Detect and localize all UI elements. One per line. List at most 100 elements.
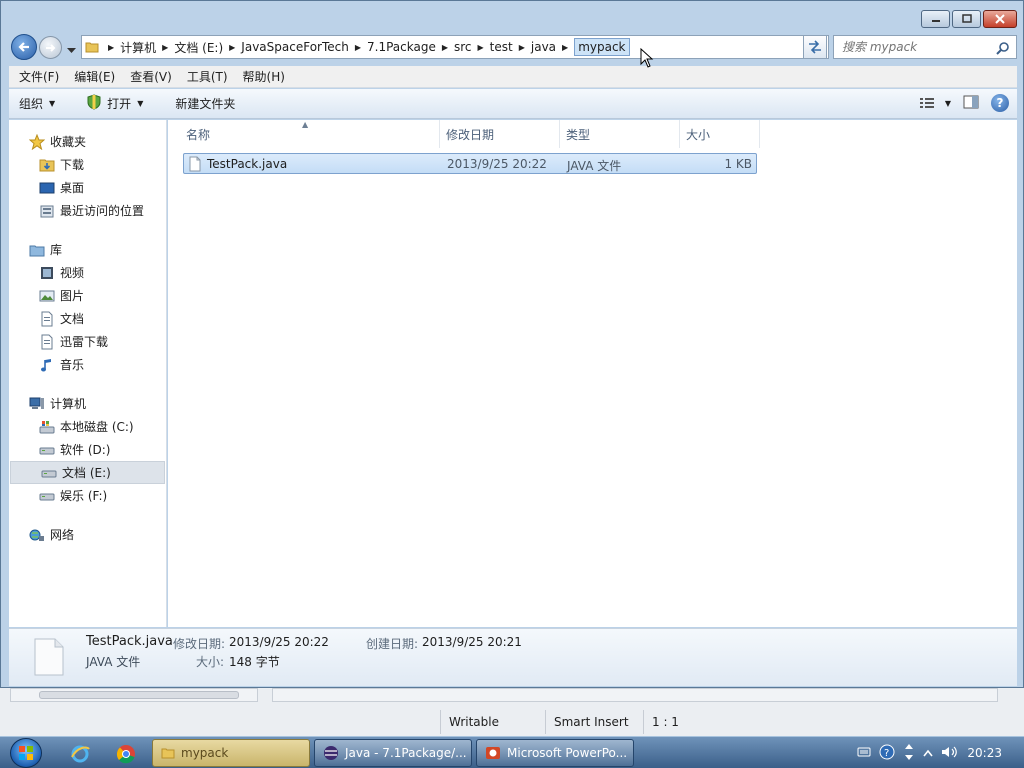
breadcrumb-separator-icon[interactable]: ▶ (556, 43, 574, 52)
sidebar-item-drive-d[interactable]: 软件 (D:) (9, 438, 166, 461)
navigation-row: ▶ 计算机 ▶ 文档 (E:) ▶ JavaSpaceForTech ▶ 7.1… (9, 34, 1017, 60)
breadcrumb-separator-icon[interactable]: ▶ (156, 43, 174, 52)
recent-pages-dropdown[interactable] (67, 43, 76, 57)
sidebar-item-xunlei-downloads[interactable]: 迅雷下载 (9, 330, 166, 353)
column-header-size[interactable]: 大小 (680, 120, 760, 148)
sidebar-item-downloads[interactable]: 下载 (9, 153, 166, 176)
keyboard-icon[interactable] (857, 746, 871, 760)
search-box[interactable] (833, 35, 1017, 59)
breadcrumb-computer[interactable]: 计算机 (120, 39, 156, 56)
menu-help[interactable]: 帮助(H) (233, 68, 290, 85)
sidebar-item-documents[interactable]: 文档 (9, 307, 166, 330)
menu-file[interactable]: 文件(F) (9, 68, 64, 85)
back-button[interactable] (11, 34, 37, 60)
computer-icon (29, 396, 45, 412)
view-options-button[interactable]: ▼ (919, 97, 951, 109)
breadcrumb-separator-icon[interactable]: ▶ (436, 43, 454, 52)
column-header-name[interactable]: 名称 (180, 120, 440, 148)
breadcrumb-separator-icon[interactable]: ▶ (472, 43, 490, 52)
open-button[interactable]: 打开 ▼ (77, 94, 153, 113)
menu-tools[interactable]: 工具(T) (177, 68, 233, 85)
organize-button[interactable]: 组织 ▼ (9, 95, 65, 112)
restore-icon (961, 14, 972, 23)
system-drive-icon (39, 419, 55, 435)
close-button[interactable] (983, 10, 1017, 28)
pinned-internet-explorer[interactable] (62, 741, 98, 767)
chevron-down-icon: ▼ (944, 98, 951, 108)
sidebar-network[interactable]: 网络 (9, 523, 166, 546)
breadcrumb-drive-e[interactable]: 文档 (E:) (174, 39, 223, 56)
star-icon (29, 133, 45, 150)
taskbar: mypack Java - 7.1Package/... Microsoft P… (0, 736, 1024, 768)
sidebar-computer[interactable]: 计算机 (9, 392, 166, 415)
taskbar-item-explorer[interactable]: mypack (152, 739, 310, 767)
details-size-value: 148 字节 (229, 655, 280, 669)
sidebar-item-music[interactable]: 音乐 (9, 353, 166, 376)
editor-horizontal-scrollbar[interactable] (272, 688, 998, 702)
volume-icon[interactable] (941, 745, 959, 762)
sidebar-item-desktop[interactable]: 桌面 (9, 176, 166, 199)
forward-button[interactable] (39, 36, 62, 59)
network-group: 网络 (9, 523, 166, 546)
taskbar-item-powerpoint[interactable]: Microsoft PowerPo... (476, 739, 634, 767)
help-tray-icon[interactable]: ? (879, 744, 895, 763)
help-button[interactable]: ? (991, 94, 1009, 112)
sidebar-computer-label: 计算机 (50, 397, 87, 411)
search-icon[interactable] (996, 41, 1010, 58)
navigation-pane: 收藏夹 下载 桌面 最近访问的位置 库 视频 图片 文档 迅雷下载 音乐 计算机… (9, 120, 167, 627)
chrome-icon (116, 745, 135, 764)
scrollbar-thumb[interactable] (39, 691, 239, 699)
clock[interactable]: 20:23 (967, 746, 1002, 760)
close-icon (995, 14, 1005, 24)
breadcrumb-javaspacefortech[interactable]: JavaSpaceForTech (241, 40, 349, 54)
sidebar-item-drive-f[interactable]: 娱乐 (F:) (9, 484, 166, 507)
sidebar-item-recent-places[interactable]: 最近访问的位置 (9, 199, 166, 222)
sidebar-item-pictures[interactable]: 图片 (9, 284, 166, 307)
menu-edit[interactable]: 编辑(E) (64, 68, 120, 85)
breadcrumb-java[interactable]: java (531, 40, 556, 54)
file-size: 1 KB (724, 157, 752, 171)
breadcrumb-separator-icon[interactable]: ▶ (349, 43, 367, 52)
details-created-label: 创建日期: (366, 637, 419, 651)
sidebar-item-label: 图片 (60, 289, 85, 303)
table-row[interactable]: TestPack.java 2013/9/25 20:22 JAVA 文件 1 … (183, 153, 757, 174)
minimize-button[interactable] (921, 10, 950, 28)
start-button[interactable] (10, 738, 42, 768)
address-bar[interactable]: ▶ 计算机 ▶ 文档 (E:) ▶ JavaSpaceForTech ▶ 7.1… (81, 35, 829, 59)
breadcrumb-separator-icon[interactable]: ▶ (513, 43, 531, 52)
maximize-button[interactable] (952, 10, 981, 28)
refresh-icon (809, 40, 821, 54)
new-folder-button[interactable]: 新建文件夹 (165, 95, 245, 112)
breadcrumb-test[interactable]: test (490, 40, 513, 54)
column-header-type[interactable]: 类型 (560, 120, 680, 148)
column-header-modified[interactable]: 修改日期 (440, 120, 560, 148)
refresh-button[interactable] (803, 35, 827, 59)
windows-logo-icon (19, 746, 33, 760)
sidebar-item-drive-e[interactable]: 文档 (E:) (10, 461, 165, 484)
sidebar-item-videos[interactable]: 视频 (9, 261, 166, 284)
sidebar-item-label: 文档 (E:) (62, 466, 111, 480)
menu-view[interactable]: 查看(V) (120, 68, 177, 85)
file-modified: 2013/9/25 20:22 (447, 157, 547, 171)
horizontal-scrollbar[interactable] (10, 688, 258, 702)
sidebar-libraries[interactable]: 库 (9, 238, 166, 261)
network-tray-icon[interactable] (903, 743, 915, 764)
breadcrumb-src[interactable]: src (454, 40, 472, 54)
file-type: JAVA 文件 (567, 159, 622, 173)
breadcrumb-separator-icon[interactable]: ▶ (223, 43, 241, 52)
sidebar-item-label: 迅雷下载 (60, 335, 109, 349)
sidebar-item-drive-c[interactable]: 本地磁盘 (C:) (9, 415, 166, 438)
preview-pane-button[interactable] (963, 95, 979, 112)
breadcrumb-mypack[interactable]: mypack (574, 38, 630, 56)
pinned-chrome[interactable] (108, 741, 144, 767)
sidebar-favorites[interactable]: 收藏夹 (9, 130, 166, 153)
search-input[interactable] (842, 40, 992, 54)
breadcrumb-7-1package[interactable]: 7.1Package (367, 40, 436, 54)
taskbar-item-eclipse[interactable]: Java - 7.1Package/... (314, 739, 472, 767)
file-list-pane: ▲ 名称 修改日期 类型 大小 TestPack.java 2013/9/25 … (168, 120, 1017, 627)
music-note-icon (39, 357, 55, 373)
recent-places-icon (39, 203, 55, 219)
show-hidden-icons-icon[interactable] (923, 746, 934, 760)
sidebar-item-label: 音乐 (60, 358, 85, 372)
folder-icon (161, 748, 175, 759)
